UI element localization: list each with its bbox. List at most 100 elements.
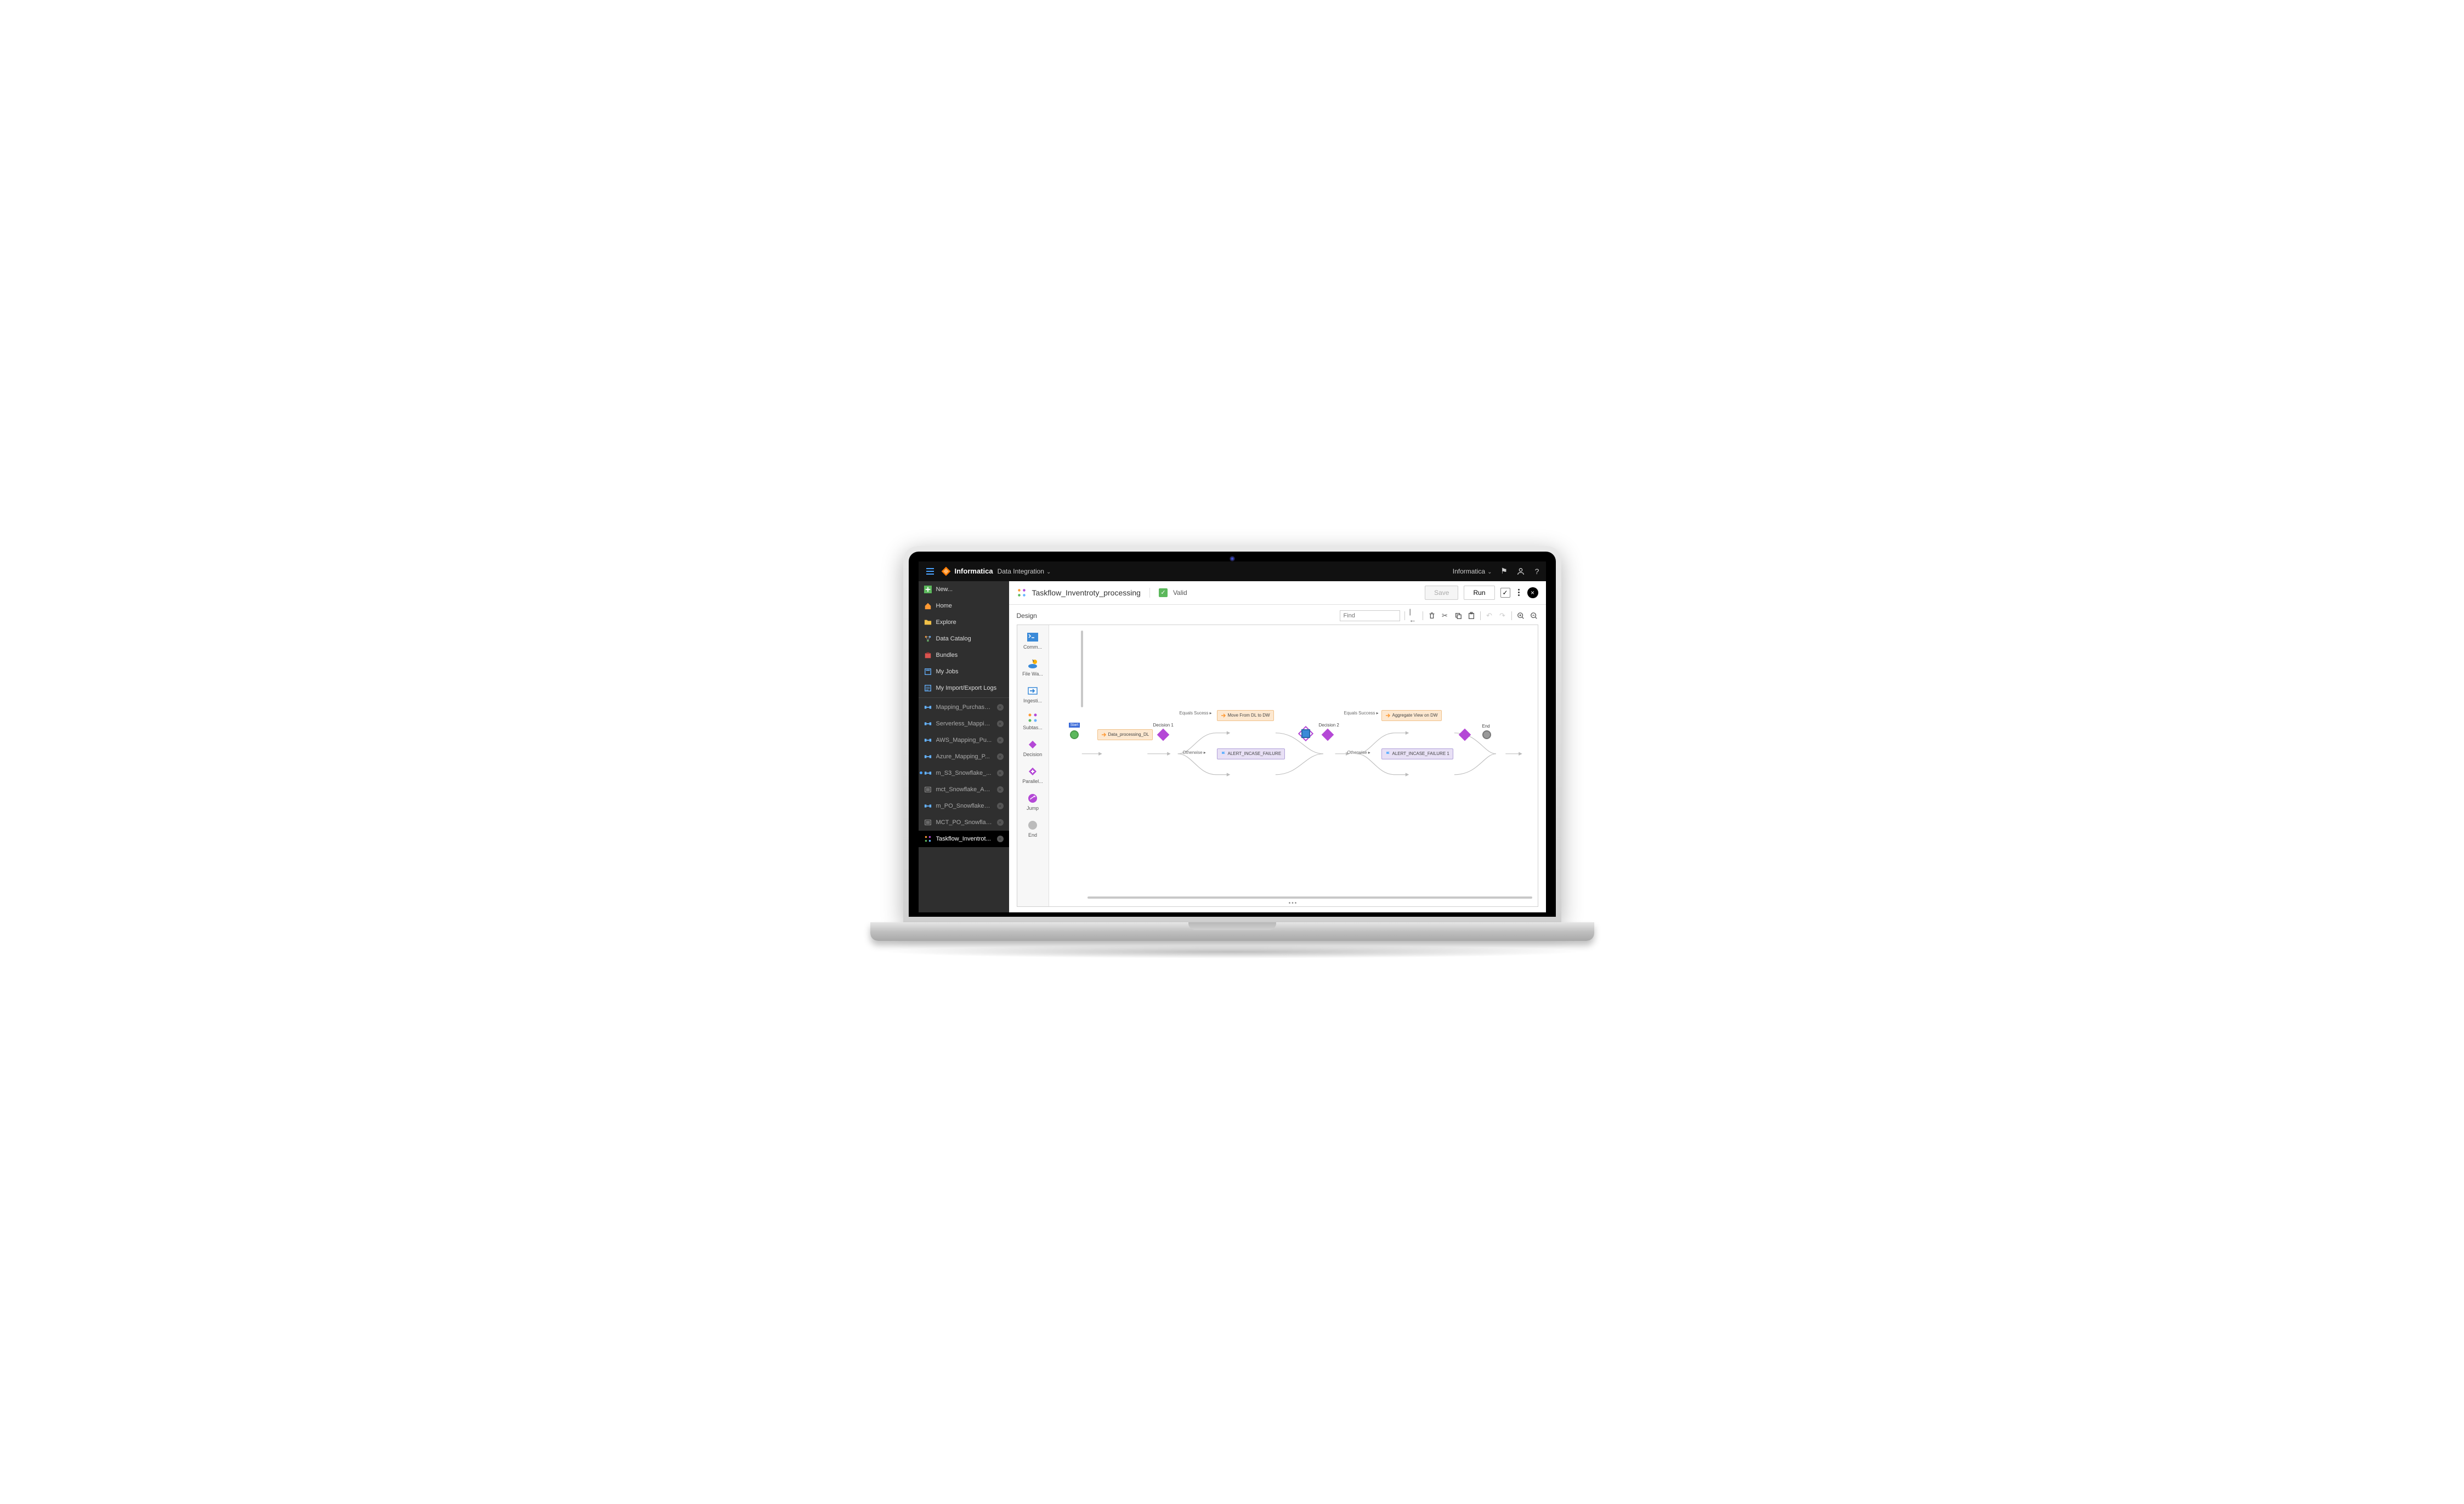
sidebar-tab-0[interactable]: Mapping_Purchase... × — [919, 699, 1009, 716]
sidebar-tab-5[interactable]: mct_Snowflake_Ad... × — [919, 781, 1009, 798]
more-menu-icon[interactable] — [1516, 587, 1522, 598]
palette-parallel[interactable]: Parallel... — [1017, 762, 1049, 788]
start-label: Start — [1069, 723, 1080, 728]
palette-end[interactable]: End — [1017, 815, 1049, 842]
collapse-left-icon[interactable]: |← — [1409, 611, 1418, 620]
palette-subtask[interactable]: Subtas... — [1017, 708, 1049, 735]
chevron-down-icon: ⌄ — [1046, 569, 1051, 575]
brand-logo-icon — [941, 566, 951, 577]
arrow-icon — [1101, 732, 1107, 737]
cut-icon[interactable]: ✂ — [1441, 611, 1449, 620]
palette-filewatch[interactable]: File Wa... — [1017, 654, 1049, 681]
content-header: Taskflow_Inventroty_processing ✓ Valid S… — [1009, 581, 1546, 605]
redo-icon[interactable]: ↷ — [1498, 611, 1507, 620]
laptop-camera — [1230, 556, 1235, 561]
run-button[interactable]: Run — [1464, 586, 1494, 600]
paste-icon[interactable] — [1467, 611, 1476, 620]
sidebar-tab-6[interactable]: m_PO_Snowflake_... × — [919, 798, 1009, 814]
node-alert2[interactable]: ALERT_INCASE_FAILURE 1 — [1381, 748, 1453, 759]
palette-decision[interactable]: Decision — [1017, 735, 1049, 762]
close-icon[interactable]: × — [997, 770, 1004, 776]
sidebar-datacatalog[interactable]: Data Catalog — [919, 631, 1009, 647]
close-icon[interactable]: × — [997, 753, 1004, 760]
node-aggregate[interactable]: Aggregate View on DW — [1381, 710, 1442, 721]
validate-icon[interactable]: ✓ — [1500, 588, 1510, 598]
org-dropdown[interactable]: Informatica⌄ — [1453, 567, 1492, 575]
close-icon[interactable]: × — [997, 720, 1004, 727]
close-icon[interactable]: × — [997, 803, 1004, 809]
ingest-icon — [1027, 685, 1038, 696]
edge-otherwise: Otherwise ▸ — [1183, 750, 1206, 755]
product-dropdown[interactable]: Data Integration⌄ — [998, 567, 1051, 575]
close-tab-icon[interactable]: × — [1527, 587, 1538, 598]
flag-icon[interactable]: ⚑ — [1500, 567, 1509, 576]
close-icon[interactable]: × — [997, 704, 1004, 711]
scrollbar-horizontal[interactable] — [1087, 896, 1532, 899]
help-icon[interactable]: ? — [1533, 567, 1542, 576]
taskflow-icon — [1017, 588, 1027, 598]
copy-icon[interactable] — [1454, 611, 1463, 620]
mct-icon — [924, 819, 932, 826]
mapping-icon — [924, 802, 932, 810]
zoom-in-icon[interactable] — [1516, 611, 1525, 620]
bundle-icon — [924, 651, 932, 659]
flag-icon — [1385, 751, 1391, 757]
sidebar-explore[interactable]: Explore — [919, 614, 1009, 631]
arrow-icon — [1385, 713, 1391, 718]
decision2-label: Decision 2 — [1319, 723, 1339, 728]
undo-icon[interactable]: ↶ — [1485, 611, 1494, 620]
sidebar-tab-4[interactable]: m_S3_Snowflake_... × — [919, 765, 1009, 781]
command-icon — [1027, 632, 1038, 643]
zoom-out-icon[interactable] — [1530, 611, 1538, 620]
chevron-down-icon: ⌄ — [1487, 569, 1492, 575]
sidebar-bundles[interactable]: Bundles — [919, 647, 1009, 663]
close-icon[interactable]: × — [997, 836, 1004, 842]
sidebar-home[interactable]: Home — [919, 598, 1009, 614]
close-icon[interactable]: × — [997, 737, 1004, 744]
mapping-icon — [924, 736, 932, 744]
close-icon[interactable]: × — [997, 819, 1004, 826]
resize-handle[interactable]: ••• — [1289, 900, 1298, 906]
canvas-area: Comm... File Wa... Ingesti... — [1017, 625, 1538, 907]
catalog-icon — [924, 635, 932, 643]
decision1-label: Decision 1 — [1153, 723, 1174, 728]
palette-command[interactable]: Comm... — [1017, 627, 1049, 654]
end-icon — [1027, 820, 1038, 831]
sidebar-tab-1[interactable]: Serverless_Mappin... × — [919, 716, 1009, 732]
taskflow-title: Taskflow_Inventroty_processing — [1032, 588, 1141, 597]
node-start[interactable] — [1070, 730, 1079, 739]
status-dot-icon — [920, 771, 922, 774]
user-icon[interactable] — [1516, 567, 1525, 576]
plus-icon — [924, 586, 932, 593]
valid-badge-icon: ✓ — [1159, 588, 1168, 597]
parallel-icon — [1027, 766, 1038, 777]
palette-ingest[interactable]: Ingesti... — [1017, 681, 1049, 708]
sidebar-myjobs[interactable]: My Jobs — [919, 663, 1009, 680]
design-toolbar: Design |← ✂ — [1017, 610, 1538, 625]
sidebar-tab-3[interactable]: Azure_Mapping_P... × — [919, 748, 1009, 765]
arrow-icon — [1221, 713, 1226, 718]
edge-equals-success: Equals Sucess ▸ — [1180, 711, 1212, 716]
node-end[interactable] — [1482, 730, 1491, 739]
canvas[interactable]: Start Data_processing_DL Decision 1 Equa… — [1049, 625, 1538, 906]
end-label: End — [1482, 724, 1490, 729]
folder-icon — [924, 618, 932, 626]
sidebar-new[interactable]: New... — [919, 581, 1009, 598]
node-alert1[interactable]: ALERT_INCASE_FAILURE — [1217, 748, 1285, 759]
hamburger-icon[interactable] — [923, 565, 937, 578]
sidebar-tab-8[interactable]: Taskflow_Inventrot... × — [919, 831, 1009, 847]
close-icon[interactable]: × — [997, 786, 1004, 793]
mapping-icon — [924, 703, 932, 711]
palette-jump[interactable]: Jump — [1017, 788, 1049, 815]
node-data-processing[interactable]: Data_processing_DL — [1097, 729, 1153, 740]
sidebar-tab-2[interactable]: AWS_Mapping_Pu... × — [919, 732, 1009, 748]
save-button[interactable]: Save — [1425, 586, 1458, 600]
find-input[interactable] — [1340, 610, 1400, 621]
node-move-dl-dw[interactable]: Move From DL to DW — [1217, 710, 1274, 721]
sidebar-tab-7[interactable]: MCT_PO_Snowflak... × — [919, 814, 1009, 831]
mct-icon — [924, 786, 932, 793]
delete-icon[interactable] — [1428, 611, 1436, 620]
jobs-icon — [924, 668, 932, 676]
decision-icon — [1027, 739, 1038, 750]
sidebar-importexport[interactable]: My Import/Export Logs — [919, 680, 1009, 696]
